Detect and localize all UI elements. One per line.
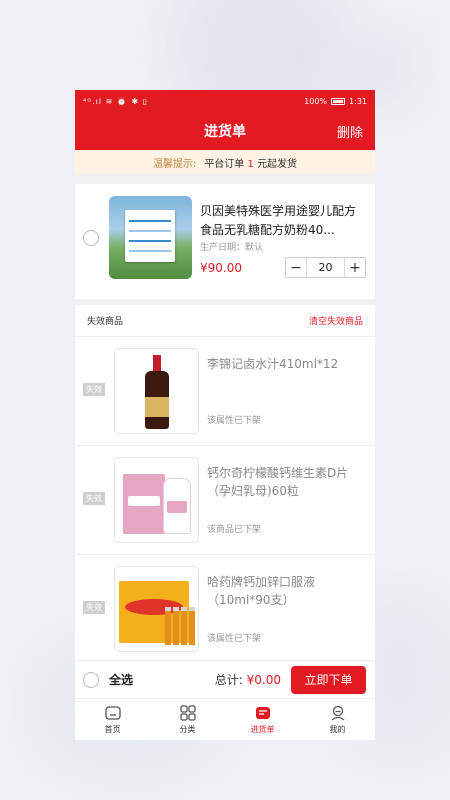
place-order-button[interactable]: 立即下单 xyxy=(291,665,366,694)
clear-invalid-button[interactable]: 清空失效商品 xyxy=(309,314,363,327)
invalid-items-section: 失效商品 清空失效商品 失效 李锦记卤水汁410ml*12 该属性已下架 失效 … xyxy=(75,305,375,660)
tab-bar: 首页 分类 进货单 我的 xyxy=(75,698,375,740)
increase-button[interactable]: + xyxy=(345,258,365,277)
grid-icon xyxy=(179,705,196,721)
box-stripe xyxy=(129,230,171,232)
tab-label: 进货单 xyxy=(250,725,275,734)
header-bar: 进货单 删除 xyxy=(75,112,375,150)
product-title[interactable]: 贝因美特殊医学用途婴儿配方食品无乳糖配方奶粉40... xyxy=(200,202,365,240)
decrease-button[interactable]: − xyxy=(286,258,306,277)
bottle-label xyxy=(145,397,169,417)
battery-icon xyxy=(331,97,346,105)
select-all-label[interactable]: 全选 xyxy=(109,671,133,688)
tab-profile[interactable]: 我的 xyxy=(300,699,375,740)
select-all-radio[interactable] xyxy=(83,671,99,688)
invalid-item-note: 该商品已下架 xyxy=(207,525,262,535)
bottle-label xyxy=(167,501,187,513)
notice-text: 平台订单 1 元起发货 xyxy=(204,155,297,170)
box-stripe xyxy=(129,240,171,242)
production-date: 生产日期：默认 xyxy=(200,243,264,253)
total-label: 总计: xyxy=(214,673,247,687)
invalid-badge: 失效 xyxy=(83,383,105,396)
product-image xyxy=(114,566,199,652)
tab-category[interactable]: 分类 xyxy=(150,699,225,740)
invalid-item-title: 李锦记卤水汁410ml*12 xyxy=(207,357,339,371)
invalid-item-note: 该属性已下架 xyxy=(207,634,262,644)
quantity-input[interactable]: 20 xyxy=(306,258,345,277)
battery-text: 100% xyxy=(304,96,328,106)
invalid-item-note: 该属性已下架 xyxy=(207,416,262,426)
notice-text-before: 平台订单 xyxy=(204,158,245,170)
notice-bar: 温馨提示: 平台订单 1 元起发货 xyxy=(75,150,375,174)
tab-cart[interactable]: 进货单 xyxy=(225,699,300,740)
profile-icon xyxy=(331,705,344,721)
box-label xyxy=(128,496,160,506)
status-icons: ⁴ᴳ.ıl ≋ ⏰ ✱ ▯ xyxy=(83,96,149,106)
vials xyxy=(165,607,195,645)
phone-screen: ⁴ᴳ.ıl ≋ ⏰ ✱ ▯ 100% 1:31 进货单 删除 温馨提示: 平台订… xyxy=(75,90,375,740)
item-select-radio[interactable] xyxy=(83,230,99,246)
invalid-item-title: 哈药牌钙加锌口服液（10ml*90支） xyxy=(207,575,316,607)
notice-amount: 1 xyxy=(247,158,254,170)
invalid-items-header: 失效商品 清空失效商品 xyxy=(75,305,375,337)
status-right: 100% 1:31 xyxy=(304,97,367,106)
home-icon xyxy=(104,706,121,720)
box-stripe xyxy=(129,250,171,252)
tab-label: 分类 xyxy=(179,725,196,734)
bottle-body xyxy=(163,478,191,534)
product-image xyxy=(114,457,199,543)
invalid-item[interactable]: 失效 钙尔奇柠檬酸钙维生素D片（孕妇乳母)60粒 该商品已下架 xyxy=(75,446,375,555)
notice-text-after: 元起发货 xyxy=(257,158,298,170)
product-box xyxy=(123,474,165,534)
total-amount: 总计: ¥0.00 xyxy=(215,671,281,688)
invalid-item[interactable]: 失效 哈药牌钙加锌口服液（10ml*90支） 该属性已下架 xyxy=(75,555,375,660)
status-bar: ⁴ᴳ.ıl ≋ ⏰ ✱ ▯ 100% 1:31 xyxy=(75,90,375,112)
cart-item: 贝因美特殊医学用途婴儿配方食品无乳糖配方奶粉40... 生产日期：默认 ¥90.… xyxy=(75,184,375,299)
tab-label: 首页 xyxy=(104,725,121,734)
total-value: ¥0.00 xyxy=(246,673,281,687)
notice-label: 温馨提示: xyxy=(152,158,197,170)
quantity-stepper: − 20 + xyxy=(285,257,366,278)
checkout-bar: 全选 总计: ¥0.00 立即下单 xyxy=(75,660,375,698)
tab-label: 我的 xyxy=(329,725,346,734)
invalid-badge: 失效 xyxy=(83,601,105,614)
product-image[interactable] xyxy=(109,196,192,279)
invalid-item[interactable]: 失效 李锦记卤水汁410ml*12 该属性已下架 xyxy=(75,337,375,446)
delete-button[interactable]: 删除 xyxy=(337,112,363,150)
box-stripe xyxy=(129,220,171,222)
bottle-neck xyxy=(153,355,161,371)
invalid-badge: 失效 xyxy=(83,492,105,505)
invalid-items-title: 失效商品 xyxy=(87,317,124,327)
cart-list-icon xyxy=(255,707,270,719)
page-title: 进货单 xyxy=(204,124,246,140)
product-image xyxy=(114,348,199,434)
product-box xyxy=(125,210,175,262)
tab-home[interactable]: 首页 xyxy=(75,699,150,740)
product-price: ¥90.00 xyxy=(200,261,242,275)
clock: 1:31 xyxy=(349,96,367,106)
invalid-item-title: 钙尔奇柠檬酸钙维生素D片（孕妇乳母)60粒 xyxy=(207,466,349,498)
